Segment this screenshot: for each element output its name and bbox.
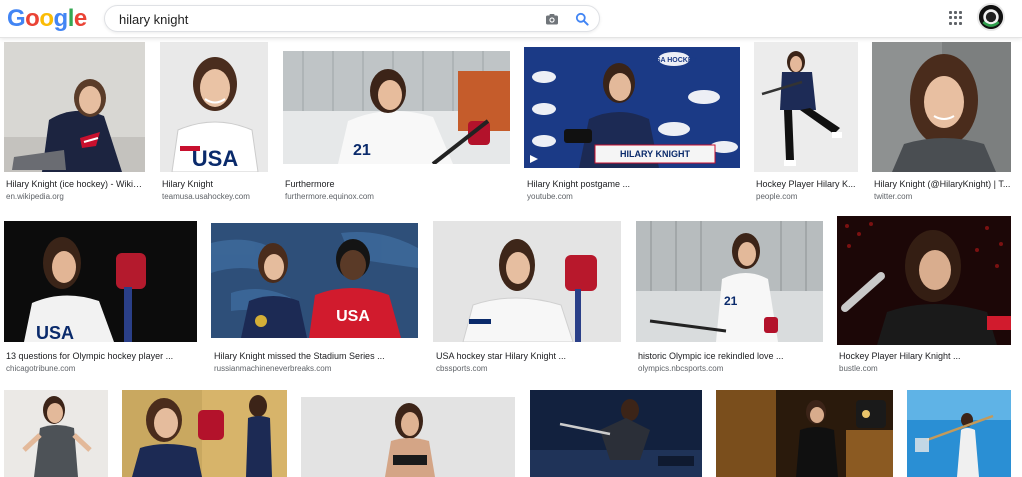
logo-letter-g2: g (53, 5, 69, 32)
google-logo[interactable]: Google (7, 5, 87, 33)
result-thumbnail[interactable]: USA (160, 42, 268, 172)
image-result[interactable]: USA hockey star Hilary Knight ... cbsspo… (433, 221, 621, 376)
result-title[interactable]: Hilary Knight (@HilaryKnight) | T... (874, 179, 1011, 189)
result-thumbnail[interactable]: 21 (636, 221, 823, 342)
image-result[interactable]: Hockey Player Hilary K... people.com (754, 42, 858, 202)
logo-letter-o2: o (39, 5, 54, 32)
image-result[interactable]: USA Hilary Knight missed the Stadium Ser… (211, 223, 418, 376)
result-thumbnail[interactable] (716, 390, 893, 477)
result-thumbnail[interactable]: USA (211, 223, 418, 338)
image-result[interactable] (530, 390, 702, 477)
result-thumbnail[interactable] (122, 390, 287, 477)
image-result[interactable] (301, 397, 515, 477)
result-thumbnail[interactable]: USA HOCKEY HILARY KNIGHT (524, 47, 740, 168)
image-result[interactable] (122, 390, 287, 477)
result-title[interactable]: Hockey Player Hilary K... (756, 179, 858, 189)
image-result[interactable] (4, 390, 108, 477)
result-title[interactable]: Furthermore (285, 179, 510, 189)
result-title[interactable]: Hilary Knight postgame ... (527, 179, 740, 189)
name-banner-text: HILARY KNIGHT (620, 149, 691, 159)
image-result[interactable]: Hilary Knight (@HilaryKnight) | T... twi… (872, 42, 1011, 202)
result-thumbnail[interactable] (301, 397, 515, 477)
result-source: cbssports.com (436, 364, 488, 373)
result-thumbnail[interactable]: USA (4, 221, 197, 342)
result-thumbnail[interactable] (754, 42, 858, 172)
result-thumbnail[interactable] (4, 390, 108, 477)
result-source: twitter.com (874, 192, 913, 201)
image-result[interactable]: USA 13 questions for Olympic hockey play… (4, 221, 197, 376)
logo-letter-e: e (73, 5, 87, 32)
result-source: people.com (756, 192, 798, 201)
image-result[interactable]: Hockey Player Hilary Knight ... bustle.c… (837, 216, 1011, 376)
image-result[interactable]: 21 historic Olympic ice rekindled love .… (636, 221, 823, 376)
shirt-usa-text: USA (336, 308, 370, 325)
result-thumbnail[interactable] (907, 390, 1011, 477)
logo-letter-g: G (7, 5, 26, 32)
result-title[interactable]: Hilary Knight missed the Stadium Series … (214, 351, 418, 361)
account-avatar[interactable] (977, 3, 1005, 31)
result-title[interactable]: Hilary Knight (162, 179, 268, 189)
jersey-number: 21 (353, 142, 371, 159)
image-result[interactable] (907, 390, 1011, 477)
result-source: en.wikipedia.org (6, 192, 64, 201)
result-source: teamusa.usahockey.com (162, 192, 250, 201)
result-thumbnail[interactable] (872, 42, 1011, 172)
result-title[interactable]: historic Olympic ice rekindled love ... (638, 351, 823, 361)
result-thumbnail[interactable]: 21 (283, 51, 510, 164)
result-thumbnail[interactable] (530, 390, 702, 477)
search-input[interactable] (119, 10, 519, 28)
result-title[interactable]: 13 questions for Olympic hockey player .… (6, 351, 197, 361)
logo-letter-o1: o (25, 5, 40, 32)
image-result[interactable]: Hilary Knight (ice hockey) - Wikip... en… (4, 42, 145, 202)
result-source: chicagotribune.com (6, 364, 76, 373)
result-source: bustle.com (839, 364, 878, 373)
result-source: furthermore.equinox.com (285, 192, 374, 201)
result-source: olympics.nbcsports.com (638, 364, 724, 373)
result-thumbnail[interactable] (4, 42, 145, 172)
result-thumbnail[interactable] (837, 216, 1011, 345)
top-bar: Google (0, 0, 1022, 38)
image-result[interactable]: USA Hilary Knight teamusa.usahockey.com (160, 42, 268, 202)
jersey-number: 21 (724, 294, 738, 308)
image-result[interactable]: 21 Furthermore furthermore.equinox.com (283, 51, 510, 202)
search-box (104, 5, 600, 32)
usa-hockey-logo-text: USA HOCKEY (651, 57, 698, 64)
image-result[interactable] (716, 390, 893, 477)
result-title[interactable]: Hilary Knight (ice hockey) - Wikip... (6, 179, 145, 189)
result-source: russianmachineneverbreaks.com (214, 364, 332, 373)
result-title[interactable]: USA hockey star Hilary Knight ... (436, 351, 621, 361)
camera-icon[interactable] (545, 12, 559, 26)
search-icon[interactable] (575, 12, 589, 26)
jersey-usa-text: USA (36, 323, 74, 342)
result-title[interactable]: Hockey Player Hilary Knight ... (839, 351, 1011, 361)
image-result[interactable]: USA HOCKEY HILARY KNIGHT Hilary Knight p… (524, 47, 740, 202)
apps-grid-icon[interactable] (949, 11, 963, 25)
result-source: youtube.com (527, 192, 573, 201)
result-thumbnail[interactable] (433, 221, 621, 342)
